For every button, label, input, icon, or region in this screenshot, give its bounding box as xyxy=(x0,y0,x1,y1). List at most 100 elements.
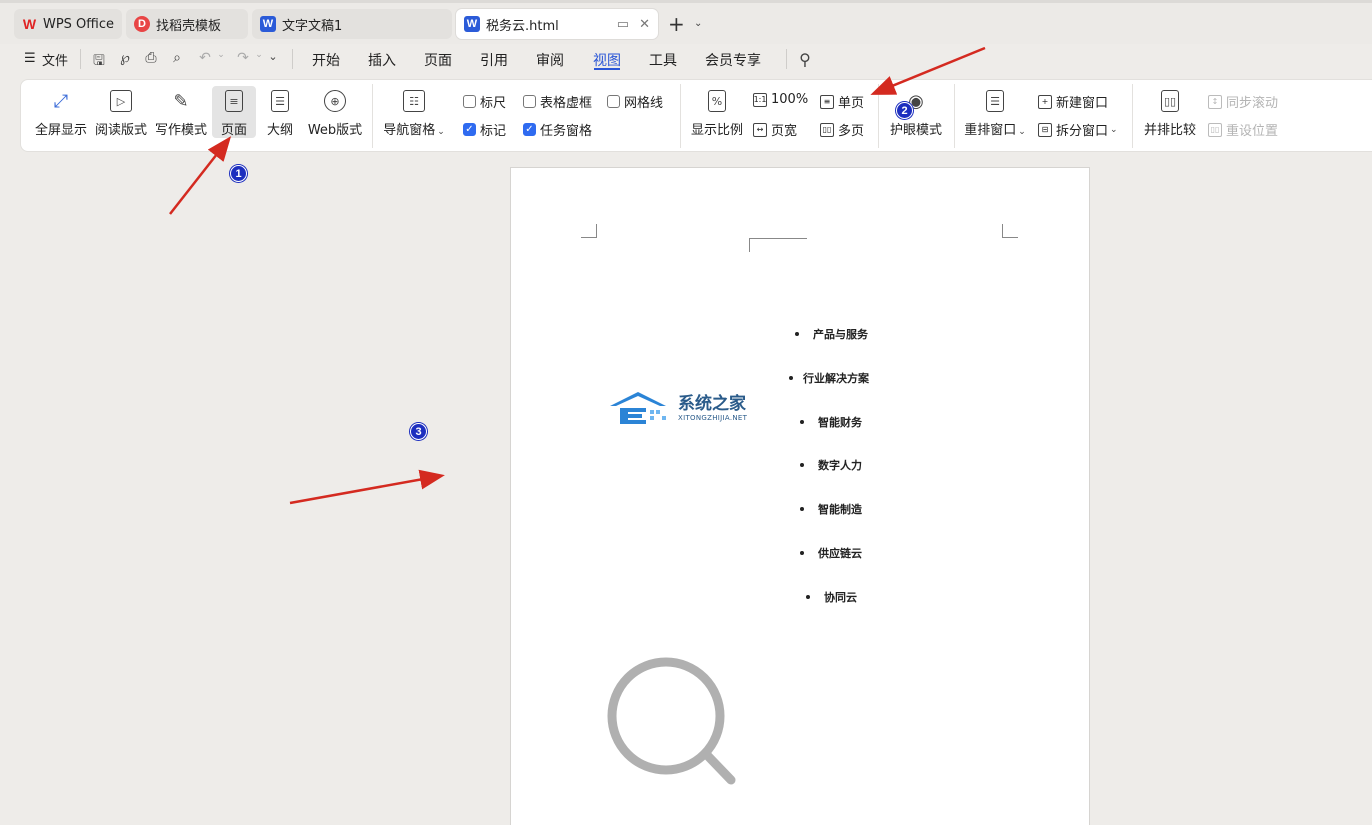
search-icon[interactable]: ⚲ xyxy=(796,50,814,69)
bullet-icon xyxy=(800,507,804,511)
multi-page-label: 多页 xyxy=(838,124,865,139)
print-icon[interactable]: ⎙ xyxy=(142,50,160,68)
nav-pane-icon: ☷ xyxy=(403,90,425,112)
tab-label: 找稻壳模板 xyxy=(156,18,222,34)
tab-bar: W WPS Office D 找稻壳模板 W 文字文稿1 W 税务云.html … xyxy=(0,0,1372,44)
arrow-to-canvas xyxy=(289,469,445,505)
close-icon[interactable]: ✕ xyxy=(639,17,650,32)
wps-logo-icon: W xyxy=(22,16,37,32)
tab-document-1[interactable]: W 文字文稿1 xyxy=(252,9,452,39)
menu-membership[interactable]: 会员专享 xyxy=(705,50,761,70)
chevron-down-icon: ⌄ xyxy=(437,127,445,137)
quick-access-more-icon[interactable]: ⌄ xyxy=(264,50,282,68)
single-page-icon: ≡ xyxy=(820,94,834,109)
list-item-text: 供应链云 xyxy=(818,547,862,560)
document-page[interactable] xyxy=(510,167,1090,825)
page-icon: ≡ xyxy=(225,90,243,112)
save-icon[interactable]: 🖫 xyxy=(90,50,108,69)
write-mode-button[interactable]: ✎ 写作模式 xyxy=(154,90,208,139)
new-window-button[interactable]: + 新建窗口 xyxy=(1038,92,1108,111)
list-item[interactable]: 产品与服务 xyxy=(795,326,868,342)
nav-pane-button[interactable]: ☷ 导航窗格 ⌄ xyxy=(383,90,445,138)
outline-button[interactable]: ☰ 大纲 xyxy=(262,90,298,138)
menu-insert[interactable]: 插入 xyxy=(368,50,396,70)
read-mode-button[interactable]: ▷ 阅读版式 xyxy=(94,90,148,138)
checkbox-unchecked-icon xyxy=(607,95,620,108)
task-pane-checkbox[interactable]: ✓ 任务窗格 xyxy=(523,120,592,139)
multi-page-button[interactable]: ▯▯ 多页 xyxy=(820,120,864,139)
new-window-icon: + xyxy=(1038,94,1052,109)
divider xyxy=(878,84,879,148)
sync-scroll-label: 同步滚动 xyxy=(1226,96,1279,111)
list-item-text: 产品与服务 xyxy=(813,328,868,341)
list-item[interactable]: 数字人力 xyxy=(800,457,862,473)
menu-file[interactable]: 文件 xyxy=(42,50,68,69)
list-item-text: 智能财务 xyxy=(818,416,862,429)
arrange-windows-icon: ☰ xyxy=(986,90,1004,112)
web-layout-label: Web版式 xyxy=(307,123,363,138)
nav-pane-label: 导航窗格 xyxy=(383,123,436,138)
page-width-icon: ↔ xyxy=(753,122,767,137)
list-item-text: 智能制造 xyxy=(818,503,862,516)
eye-protect-label: 护眼模式 xyxy=(889,123,942,138)
marks-checkbox[interactable]: ✓ 标记 xyxy=(463,120,506,139)
percent-icon: % xyxy=(708,90,726,112)
marks-label: 标记 xyxy=(480,124,507,139)
menu-tools[interactable]: 工具 xyxy=(649,50,677,70)
split-window-button[interactable]: ⊟ 拆分窗口 ⌄ xyxy=(1038,120,1118,139)
checkbox-unchecked-icon xyxy=(523,95,536,108)
list-item-text: 行业解决方案 xyxy=(803,372,869,385)
page-view-button[interactable]: ≡ 页面 xyxy=(212,86,256,138)
tab-shuiwuyun-html[interactable]: W 税务云.html ▭ ✕ xyxy=(456,9,658,39)
step-badge-1: 1 xyxy=(230,165,247,182)
list-item[interactable]: 智能财务 xyxy=(800,414,862,430)
tab-wps-office[interactable]: W WPS Office xyxy=(14,9,122,39)
fullscreen-button[interactable]: ⤢ 全屏显示 xyxy=(34,90,88,139)
reset-position-button[interactable]: ▯▯ 重设位置 xyxy=(1208,120,1278,139)
hamburger-icon[interactable]: ☰ xyxy=(24,51,36,66)
arrange-windows-button[interactable]: ☰ 重排窗口 ⌄ xyxy=(964,90,1026,138)
step-badge-3: 3 xyxy=(410,423,427,440)
chevron-down-icon[interactable]: ⌄ xyxy=(694,18,702,29)
crop-mark-top-left xyxy=(581,224,597,238)
tab-label: WPS Office xyxy=(42,16,114,32)
sync-scroll-icon: ↕ xyxy=(1208,94,1222,109)
side-by-side-icon: ▯▯ xyxy=(1161,90,1179,112)
web-layout-button[interactable]: ⊕ Web版式 xyxy=(306,90,364,138)
multi-page-icon: ▯▯ xyxy=(820,122,834,137)
menu-review[interactable]: 审阅 xyxy=(536,50,564,70)
menu-references[interactable]: 引用 xyxy=(480,50,508,70)
table-grid-checkbox[interactable]: 表格虚框 xyxy=(523,92,592,111)
tab-docer-templates[interactable]: D 找稻壳模板 xyxy=(126,9,248,39)
divider xyxy=(80,49,81,69)
list-item[interactable]: 供应链云 xyxy=(800,545,862,561)
single-page-button[interactable]: ≡ 单页 xyxy=(820,92,864,111)
actual-size-icon: 1:1 xyxy=(753,92,767,107)
menu-start[interactable]: 开始 xyxy=(312,50,340,70)
format-painter-icon[interactable]: ℘ xyxy=(116,50,134,68)
header-mark xyxy=(749,238,807,252)
new-tab-button[interactable]: + xyxy=(668,14,685,34)
play-icon: ▷ xyxy=(110,90,132,112)
list-item[interactable]: 智能制造 xyxy=(800,501,862,517)
menu-view[interactable]: 视图 xyxy=(593,50,621,70)
read-mode-label: 阅读版式 xyxy=(94,123,147,138)
divider xyxy=(292,49,293,69)
menu-page[interactable]: 页面 xyxy=(424,50,452,70)
page-width-button[interactable]: ↔ 页宽 xyxy=(753,120,797,139)
zoom-button[interactable]: % 显示比例 xyxy=(690,90,744,138)
side-by-side-button[interactable]: ▯▯ 并排比较 xyxy=(1142,90,1198,138)
active-tab-indicator xyxy=(594,68,620,70)
sync-scroll-button[interactable]: ↕ 同步滚动 xyxy=(1208,92,1278,111)
monitor-icon[interactable]: ▭ xyxy=(617,17,629,32)
list-item[interactable]: 协同云 xyxy=(806,589,857,605)
zoom-100-button[interactable]: 1:1 100% xyxy=(753,92,808,107)
chevron-down-icon[interactable]: ⌄ xyxy=(212,50,230,68)
tab-label: 税务云.html xyxy=(486,18,559,34)
fullscreen-icon: ⤢ xyxy=(53,90,69,112)
list-item[interactable]: 行业解决方案 xyxy=(789,370,869,386)
print-preview-icon[interactable]: ⌕ xyxy=(168,50,186,68)
ruler-checkbox[interactable]: 标尺 xyxy=(463,92,506,111)
gridlines-checkbox[interactable]: 网格线 xyxy=(607,92,663,111)
nav-pane-group: 导航窗格 ⌄ xyxy=(383,119,445,138)
